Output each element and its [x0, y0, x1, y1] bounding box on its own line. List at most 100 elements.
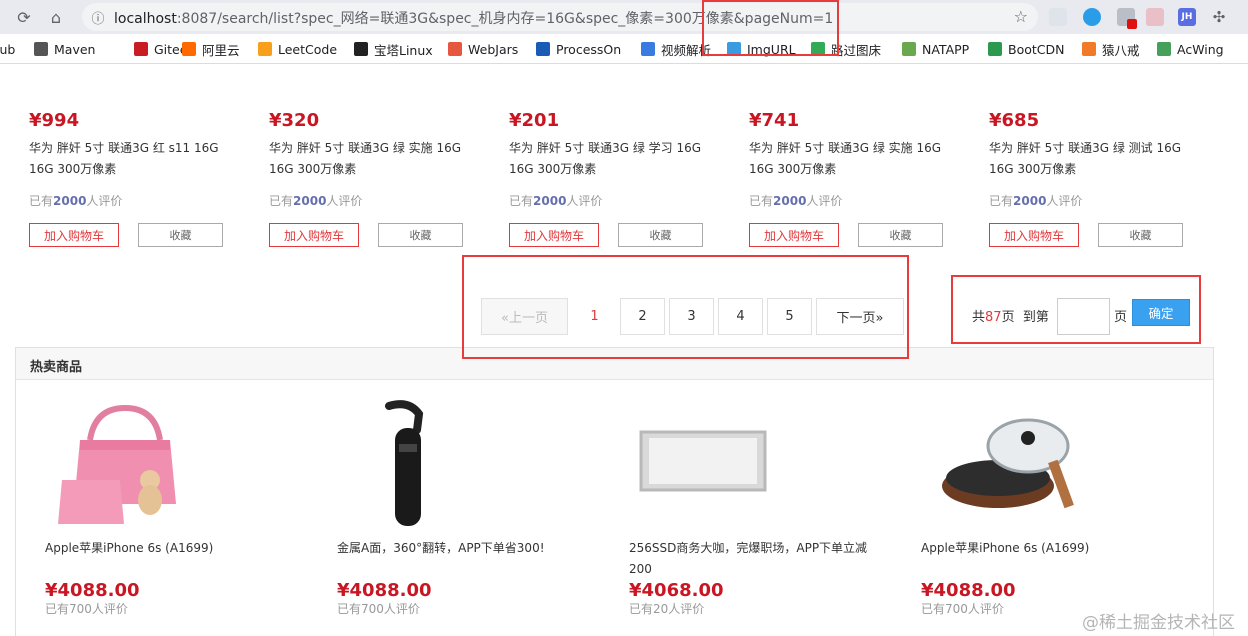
bookmark-label: ProcessOn: [556, 41, 622, 57]
product-price[interactable]: ¥320: [269, 110, 319, 131]
hot-product-item[interactable]: 金属A面，360°翻转，APP下单省300! ¥4088.00 已有700人评价: [337, 400, 597, 636]
add-to-cart-button[interactable]: 加入购物车: [29, 223, 119, 247]
product-price[interactable]: ¥741: [749, 110, 799, 131]
frying-pan-image[interactable]: [936, 400, 1086, 528]
info-icon[interactable]: ⓘ: [88, 7, 108, 27]
favorite-button[interactable]: 收藏: [858, 223, 943, 247]
video-icon: [641, 42, 655, 56]
extension-link-icon[interactable]: [1049, 8, 1067, 26]
hot-product-price: ¥4088.00: [921, 580, 1016, 601]
home-icon[interactable]: ⌂: [45, 6, 67, 28]
product-name[interactable]: 华为 胖奸 5寸 联通3G 绿 学习 16G 16G 300万像素: [509, 138, 709, 180]
favorite-button[interactable]: 收藏: [618, 223, 703, 247]
product-name[interactable]: 华为 胖奸 5寸 联通3G 绿 实施 16G 16G 300万像素: [269, 138, 469, 180]
favorite-button[interactable]: 收藏: [1098, 223, 1183, 247]
bookmark-item[interactable]: WebJars: [448, 40, 518, 58]
hot-product-item[interactable]: Apple苹果iPhone 6s (A1699) ¥4088.00 已有700人评价: [45, 400, 305, 636]
bookmark-item[interactable]: BootCDN: [988, 40, 1064, 58]
hot-product-comment: 已有700人评价: [337, 602, 420, 616]
product-price[interactable]: ¥994: [29, 110, 79, 131]
hot-product-name[interactable]: Apple苹果iPhone 6s (A1699): [921, 538, 1166, 559]
led-panel-image[interactable]: [633, 400, 783, 528]
add-to-cart-button[interactable]: 加入购物车: [269, 223, 359, 247]
bookmark-item[interactable]: 阿里云: [182, 40, 240, 58]
product-name[interactable]: 华为 胖奸 5寸 联通3G 绿 实施 16G 16G 300万像素: [749, 138, 949, 180]
product-card[interactable]: ¥994 华为 胖奸 5寸 联通3G 红 s11 16G 16G 300万像素已有…: [29, 108, 259, 253]
extension-book-icon[interactable]: [1146, 8, 1164, 26]
product-card[interactable]: ¥320 华为 胖奸 5寸 联通3G 绿 实施 16G 16G 300万像素 已有2…: [269, 108, 499, 253]
page-number-button[interactable]: 4: [718, 298, 763, 335]
reload-icon[interactable]: ⟳: [13, 6, 35, 28]
add-to-cart-button[interactable]: 加入购物车: [989, 223, 1079, 247]
bookmark-label: 猿八戒: [1102, 42, 1140, 58]
bookmark-item[interactable]: 视频解析: [641, 40, 711, 58]
aliyun-icon: [182, 42, 196, 56]
bookmark-star-icon[interactable]: ☆: [1014, 7, 1028, 26]
add-to-cart-button[interactable]: 加入购物车: [509, 223, 599, 247]
bookmark-item[interactable]: lub: [0, 40, 15, 58]
maven-icon: [34, 42, 48, 56]
watermark: @稀土掘金技术社区: [1082, 613, 1235, 633]
bookmark-label: 路过图床: [831, 42, 882, 58]
hot-product-name[interactable]: 256SSD商务大咖，完爆职场，APP下单立减200: [629, 538, 874, 580]
product-card[interactable]: ¥201 华为 胖奸 5寸 联通3G 绿 学习 16G 16G 300万像素 已有2…: [509, 108, 739, 253]
prev-page-button[interactable]: «上一页: [481, 298, 568, 335]
hot-product-price: ¥4068.00: [629, 580, 724, 601]
hot-product-item[interactable]: Apple苹果iPhone 6s (A1699) ¥4088.00 已有700人评价: [921, 400, 1181, 636]
bluetooth-earpiece-image[interactable]: [337, 400, 487, 528]
hot-product-name[interactable]: 金属A面，360°翻转，APP下单省300!: [337, 538, 582, 559]
leetcode-icon: [258, 42, 272, 56]
hot-product-price: ¥4088.00: [45, 580, 140, 601]
bookmark-item[interactable]: Gitee: [134, 40, 187, 58]
extension-badge-icon[interactable]: [1117, 8, 1137, 29]
url-text[interactable]: localhost:8087/search/list?spec_网络=联通3G&…: [114, 8, 833, 28]
bookmark-label: AcWing: [1177, 41, 1224, 57]
extensions-puzzle-icon[interactable]: ✣: [1210, 8, 1228, 26]
page-number-button[interactable]: 2: [620, 298, 665, 335]
processon-icon: [536, 42, 550, 56]
hot-product-name[interactable]: Apple苹果iPhone 6s (A1699): [45, 538, 290, 559]
next-page-button[interactable]: 下一页»: [816, 298, 904, 335]
page-number-button[interactable]: 3: [669, 298, 714, 335]
bookmark-item[interactable]: 猿八戒: [1082, 40, 1140, 58]
favorite-button[interactable]: 收藏: [378, 223, 463, 247]
product-price[interactable]: ¥685: [989, 110, 1039, 131]
product-name[interactable]: 华为 胖奸 5寸 联通3G 红 s11 16G 16G 300万像素: [29, 138, 229, 180]
page-confirm-button[interactable]: 确定: [1132, 299, 1190, 326]
bookmark-label: 阿里云: [202, 42, 240, 58]
hot-products-title: 热卖商品: [30, 360, 83, 375]
bookmarks-bar: lub Maven Gitee 阿里云 LeetCode 宝塔Linux WebJars Pr…: [0, 34, 1248, 64]
hot-product-item[interactable]: 256SSD商务大咖，完爆职场，APP下单立减200 ¥4068.00 已有20人评…: [629, 400, 889, 636]
bookmark-item[interactable]: 宝塔Linux: [354, 40, 433, 58]
webjars-icon: [448, 42, 462, 56]
page-jump-input[interactable]: [1057, 298, 1110, 335]
add-to-cart-button[interactable]: 加入购物车: [749, 223, 839, 247]
extension-globe-icon[interactable]: [1083, 8, 1101, 26]
address-bar[interactable]: ⓘ localhost:8087/search/list?spec_网络=联通3…: [82, 3, 1038, 31]
product-card[interactable]: ¥741 华为 胖奸 5寸 联通3G 绿 实施 16G 16G 300万像素 已有2…: [749, 108, 979, 253]
page-number-button[interactable]: 5: [767, 298, 812, 335]
product-price[interactable]: ¥201: [509, 110, 559, 131]
picbed-icon: [811, 42, 825, 56]
bookmark-item[interactable]: ProcessOn: [536, 40, 621, 58]
product-comment-count: 已有2000人评价: [29, 194, 123, 208]
product-card[interactable]: ¥685 华为 胖奸 5寸 联通3G 绿 测试 16G 16G 300万像素 已有2…: [989, 108, 1219, 253]
favorite-button[interactable]: 收藏: [138, 223, 223, 247]
bookmark-item[interactable]: ImgURL: [727, 40, 796, 58]
bookmark-item[interactable]: AcWing: [1157, 40, 1224, 58]
bookmark-item[interactable]: 路过图床: [811, 40, 881, 58]
bookmark-item[interactable]: LeetCode: [258, 40, 337, 58]
bookmark-item[interactable]: Maven: [34, 40, 95, 58]
bookmark-label: BootCDN: [1008, 41, 1065, 57]
hot-product-price: ¥4088.00: [337, 580, 432, 601]
page-total: 共87页 到第: [972, 310, 1049, 325]
pink-handbag-image[interactable]: [50, 400, 200, 528]
browser-toolbar: ⟳ ⌂ ⓘ localhost:8087/search/list?spec_网络…: [0, 0, 1248, 34]
extension-jh-icon[interactable]: JH: [1178, 8, 1196, 26]
product-name[interactable]: 华为 胖奸 5寸 联通3G 绿 测试 16G 16G 300万像素: [989, 138, 1189, 180]
page-number-button[interactable]: 1: [572, 298, 617, 335]
bt-icon: [354, 42, 368, 56]
bootcdn-icon: [988, 42, 1002, 56]
bookmark-item[interactable]: NATAPP: [902, 40, 969, 58]
bookmark-label: lub: [0, 41, 16, 57]
